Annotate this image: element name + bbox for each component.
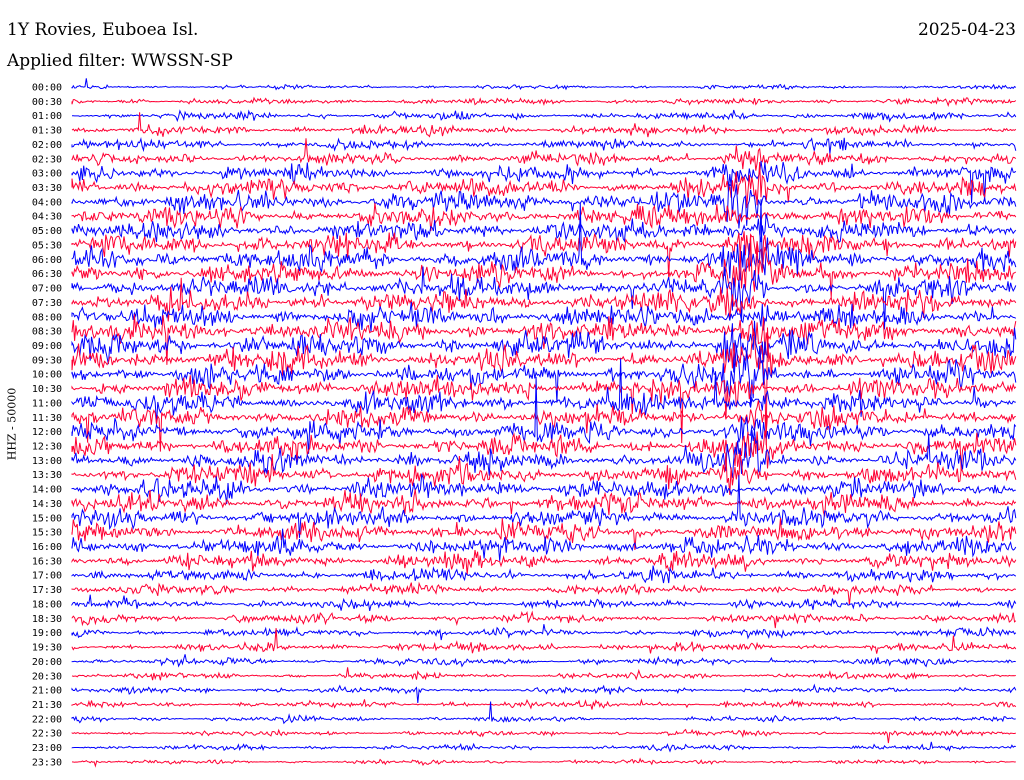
time-label: 11:30 <box>32 413 62 424</box>
time-label: 09:30 <box>32 355 62 366</box>
time-label: 13:30 <box>32 470 62 481</box>
time-label: 01:30 <box>32 126 62 137</box>
time-label: 11:00 <box>32 398 62 409</box>
time-label: 10:30 <box>32 384 62 395</box>
time-label: 22:00 <box>32 714 62 725</box>
time-label: 19:30 <box>32 643 62 654</box>
time-label: 19:00 <box>32 628 62 639</box>
time-label: 23:00 <box>32 743 62 754</box>
trace-line <box>71 489 1017 517</box>
helicorder-plot: 00:00 00:30 01:00 01:30 02:00 02:30 03:00 03:30… <box>32 78 1017 769</box>
trace-line <box>71 344 1017 405</box>
time-label: 22:30 <box>32 729 62 740</box>
trace-line <box>71 138 1017 171</box>
channel-label: HHZ - 50000 <box>5 387 19 461</box>
time-label: 21:00 <box>32 686 62 697</box>
time-label: 21:30 <box>32 700 62 711</box>
time-label: 02:30 <box>32 154 62 165</box>
time-label-group: 00:00 00:30 01:00 01:30 02:00 02:30 03:00 03:30… <box>32 83 62 769</box>
trace-line <box>71 624 1017 641</box>
time-label: 03:30 <box>32 183 62 194</box>
time-label: 20:30 <box>32 671 62 682</box>
time-label: 16:30 <box>32 556 62 567</box>
time-label: 06:30 <box>32 269 62 280</box>
time-label: 17:00 <box>32 571 62 582</box>
time-label: 16:00 <box>32 542 62 553</box>
trace-line <box>71 757 1016 768</box>
time-label: 07:30 <box>32 298 62 309</box>
time-label: 18:30 <box>32 614 62 625</box>
time-label: 08:30 <box>32 327 62 338</box>
time-label: 03:00 <box>32 169 62 180</box>
time-label: 15:30 <box>32 528 62 539</box>
trace-line <box>71 96 1017 108</box>
time-label: 08:00 <box>32 312 62 323</box>
trace-line <box>71 430 1017 471</box>
trace-line <box>71 231 1017 278</box>
time-label: 05:30 <box>32 240 62 251</box>
time-label: 10:00 <box>32 370 62 381</box>
time-label: 13:00 <box>32 456 62 467</box>
trace-line <box>71 78 1017 91</box>
time-label: 06:00 <box>32 255 62 266</box>
trace-line <box>71 565 1017 584</box>
time-label: 02:00 <box>32 140 62 151</box>
time-label: 01:00 <box>32 111 62 122</box>
time-label: 14:00 <box>32 485 62 496</box>
time-label: 00:30 <box>32 97 62 108</box>
trace-line <box>71 667 1016 681</box>
trace-line <box>71 549 1017 575</box>
time-label: 09:00 <box>32 341 62 352</box>
time-label: 05:00 <box>32 226 62 237</box>
trace-line <box>71 137 1017 154</box>
time-label: 12:30 <box>32 442 62 453</box>
time-label: 04:30 <box>32 212 62 223</box>
trace-line <box>71 741 1016 753</box>
time-label: 18:00 <box>32 599 62 610</box>
time-label: 00:00 <box>32 83 62 94</box>
time-label: 15:00 <box>32 513 62 524</box>
time-label: 12:00 <box>32 427 62 438</box>
time-label: 23:30 <box>32 757 62 768</box>
trace-line <box>71 161 1017 209</box>
trace-line <box>71 183 1017 229</box>
time-label: 07:00 <box>32 284 62 295</box>
time-label: 20:00 <box>32 657 62 668</box>
time-label: 17:30 <box>32 585 62 596</box>
trace-line <box>71 698 1017 710</box>
trace-group <box>71 78 1017 768</box>
trace-line <box>71 683 1017 704</box>
time-label: 04:00 <box>32 197 62 208</box>
trace-line <box>71 728 1016 744</box>
trace-line <box>71 594 1017 612</box>
trace-line <box>71 654 1016 668</box>
trace-line <box>72 109 1017 123</box>
time-label: 14:30 <box>32 499 62 510</box>
